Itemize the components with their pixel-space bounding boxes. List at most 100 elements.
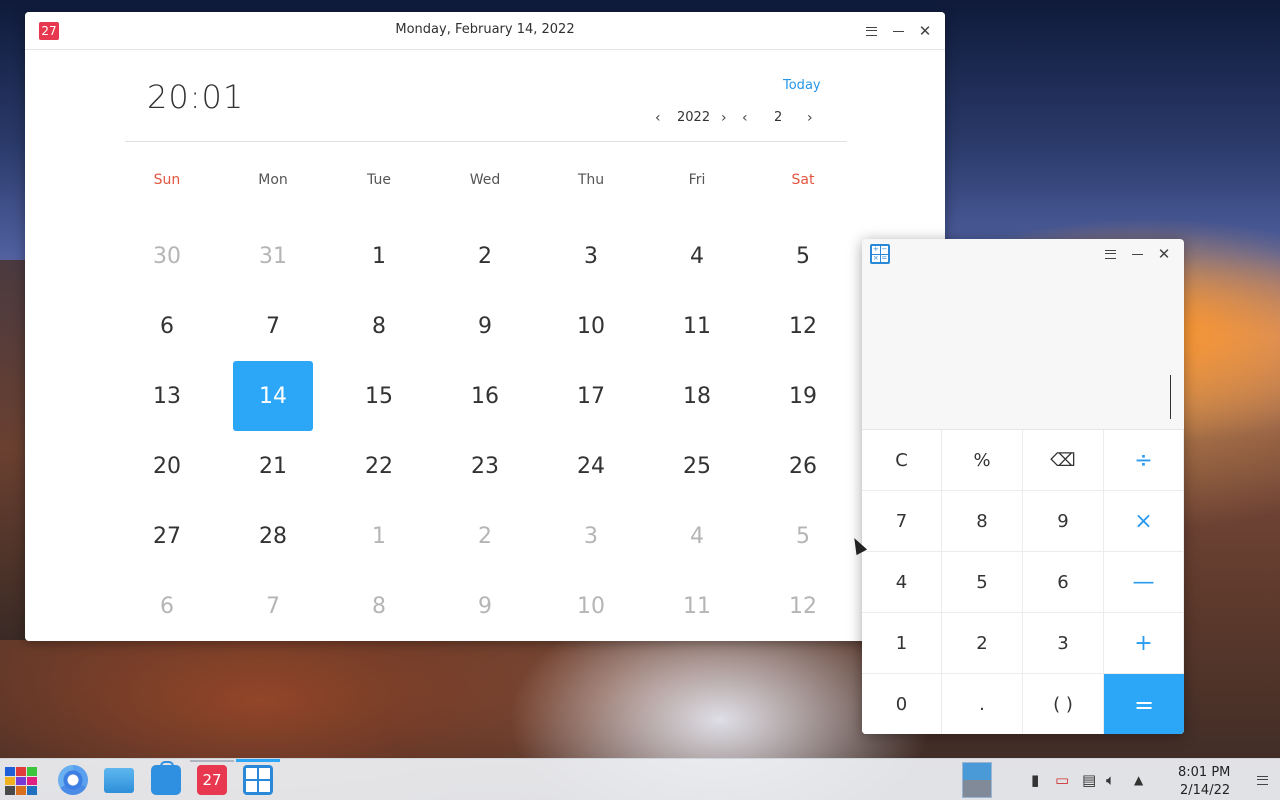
day-cell[interactable]: 2 [445, 221, 525, 291]
clock-time[interactable]: 8:01 PM [1178, 765, 1230, 780]
workspace-preview[interactable] [962, 762, 992, 798]
digit-3-button[interactable]: 3 [1023, 613, 1104, 674]
day-cell-selected[interactable]: 14 [233, 361, 313, 431]
calc-close-button[interactable]: ✕ [1154, 244, 1174, 264]
calendar-titlebar[interactable]: 27 Monday, February 14, 2022 ✕ [25, 12, 945, 50]
subtract-button[interactable]: — [1104, 552, 1184, 613]
day-cell[interactable]: 6 [127, 291, 207, 361]
day-cell[interactable]: 4 [657, 221, 737, 291]
percent-button[interactable]: % [942, 430, 1023, 491]
day-cell[interactable]: 5 [763, 501, 843, 571]
day-cell[interactable]: 28 [233, 501, 313, 571]
equals-button[interactable]: = [1104, 674, 1184, 734]
minimize-button[interactable] [888, 21, 908, 41]
digit-4-button[interactable]: 4 [862, 552, 942, 613]
digit-7-button[interactable]: 7 [862, 491, 942, 552]
weekday-label: Thu [577, 172, 605, 188]
month-value: 2 [774, 110, 783, 125]
close-button[interactable]: ✕ [915, 21, 935, 41]
day-cell[interactable]: 2 [445, 501, 525, 571]
day-cell[interactable]: 23 [445, 431, 525, 501]
notification-center-button[interactable] [1252, 770, 1272, 790]
weekday-label: Mon [258, 172, 288, 188]
day-cell[interactable]: 22 [339, 431, 419, 501]
digit-0-button[interactable]: 0 [862, 674, 942, 734]
day-cell[interactable]: 26 [763, 431, 843, 501]
chrome-icon[interactable] [58, 765, 88, 795]
multiply-button[interactable]: × [1104, 491, 1184, 552]
prev-year-icon[interactable]: ‹ [655, 110, 661, 126]
today-button[interactable]: Today [783, 78, 821, 93]
digit-6-button[interactable]: 6 [1023, 552, 1104, 613]
day-cell[interactable]: 5 [763, 221, 843, 291]
window-title: Monday, February 14, 2022 [395, 22, 575, 37]
day-cell[interactable]: 11 [657, 571, 737, 641]
day-cell[interactable]: 30 [127, 221, 207, 291]
day-cell[interactable]: 20 [127, 431, 207, 501]
day-cell[interactable]: 19 [763, 361, 843, 431]
digit-2-button[interactable]: 2 [942, 613, 1023, 674]
tray-expand-icon[interactable]: ▲ [1134, 773, 1143, 787]
day-cell[interactable]: 31 [233, 221, 313, 291]
day-cell[interactable]: 8 [339, 571, 419, 641]
clipboard-icon[interactable]: ▤ [1082, 771, 1096, 789]
taskbar: 27 ▮ ▭ ▤ 🔈︎ ▲ 8:01 PM 2/14/22 [0, 758, 1280, 800]
decimal-button[interactable]: . [942, 674, 1023, 734]
digit-9-button[interactable]: 9 [1023, 491, 1104, 552]
app-store-icon[interactable] [151, 761, 181, 795]
day-cell[interactable]: 1 [339, 501, 419, 571]
day-cell[interactable]: 4 [657, 501, 737, 571]
add-button[interactable]: + [1104, 613, 1184, 674]
day-cell[interactable]: 6 [127, 571, 207, 641]
day-cell[interactable]: 13 [127, 361, 207, 431]
menu-icon [1104, 249, 1116, 259]
header-divider [125, 141, 847, 142]
prev-month-icon[interactable]: ‹ [742, 110, 748, 126]
next-year-icon[interactable]: › [721, 110, 727, 126]
divide-button[interactable]: ÷ [1104, 430, 1184, 491]
digit-8-button[interactable]: 8 [942, 491, 1023, 552]
minimize-icon [1131, 253, 1143, 255]
day-cell[interactable]: 17 [551, 361, 631, 431]
day-cell[interactable]: 10 [551, 571, 631, 641]
day-cell[interactable]: 12 [763, 291, 843, 361]
day-cell[interactable]: 3 [551, 221, 631, 291]
day-cell[interactable]: 10 [551, 291, 631, 361]
day-cell[interactable]: 25 [657, 431, 737, 501]
volume-icon[interactable]: 🔈︎ [1106, 771, 1115, 789]
calc-minimize-button[interactable] [1127, 244, 1147, 264]
day-cell[interactable]: 9 [445, 571, 525, 641]
calculator-display[interactable] [862, 271, 1184, 429]
digit-1-button[interactable]: 1 [862, 613, 942, 674]
menu-button[interactable] [861, 21, 881, 41]
day-cell[interactable]: 18 [657, 361, 737, 431]
parentheses-button[interactable]: ( ) [1023, 674, 1104, 734]
day-cell[interactable]: 7 [233, 571, 313, 641]
clock-date[interactable]: 2/14/22 [1180, 783, 1230, 798]
file-manager-icon[interactable] [104, 768, 134, 793]
day-cell[interactable]: 8 [339, 291, 419, 361]
clear-button[interactable]: C [862, 430, 942, 491]
launcher-icon[interactable] [5, 767, 37, 795]
day-cell[interactable]: 12 [763, 571, 843, 641]
day-cell[interactable]: 21 [233, 431, 313, 501]
next-month-icon[interactable]: › [807, 110, 813, 126]
day-cell[interactable]: 16 [445, 361, 525, 431]
day-cell[interactable]: 9 [445, 291, 525, 361]
calculator-titlebar[interactable]: + − × = ✕ [862, 239, 1184, 271]
calculator-active-indicator [236, 759, 280, 762]
day-cell[interactable]: 7 [233, 291, 313, 361]
day-cell[interactable]: 1 [339, 221, 419, 291]
day-cell[interactable]: 11 [657, 291, 737, 361]
day-cell[interactable]: 15 [339, 361, 419, 431]
day-cell[interactable]: 27 [127, 501, 207, 571]
backspace-button[interactable]: ⌫ [1023, 430, 1104, 491]
calendar-icon[interactable]: 27 [197, 765, 227, 795]
network-icon[interactable]: ▭ [1055, 771, 1069, 789]
digit-5-button[interactable]: 5 [942, 552, 1023, 613]
calc-menu-button[interactable] [1100, 244, 1120, 264]
day-cell[interactable]: 24 [551, 431, 631, 501]
day-cell[interactable]: 3 [551, 501, 631, 571]
calculator-icon[interactable] [243, 765, 273, 795]
usb-icon[interactable]: ▮ [1031, 771, 1039, 789]
